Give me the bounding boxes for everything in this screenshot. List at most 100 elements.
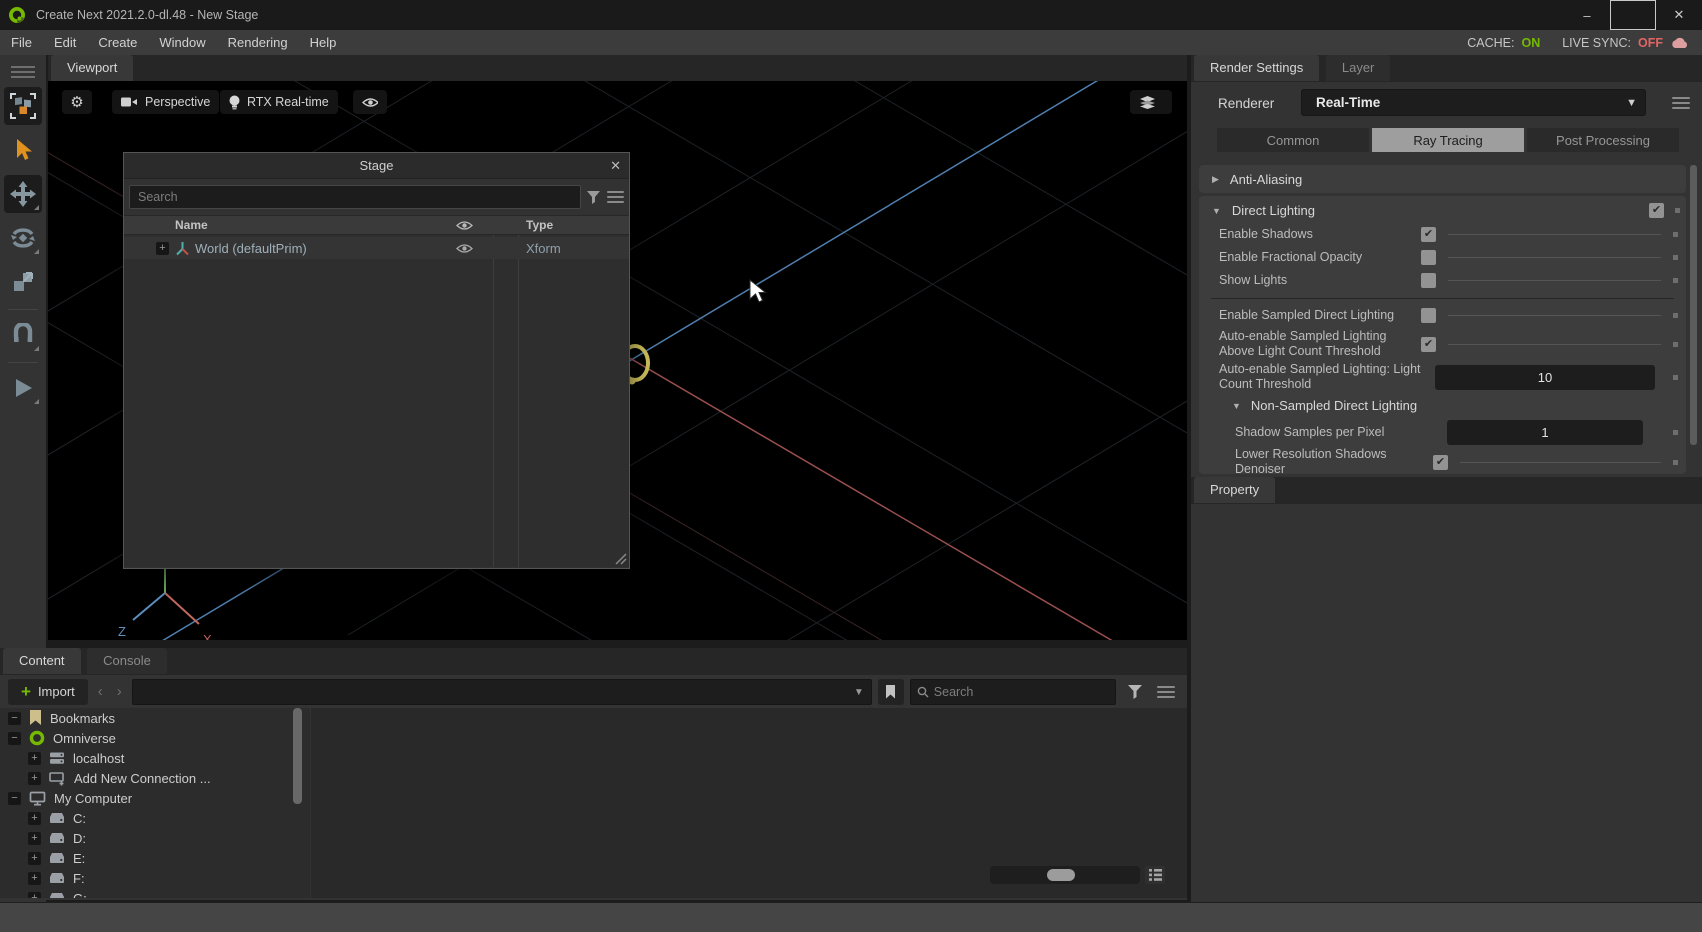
stage-title-bar[interactable]: Stage ✕ [124,153,629,179]
content-options-icon[interactable] [1157,683,1175,701]
renderer-selector-button[interactable]: RTX Real-time [220,90,338,114]
drive-icon [49,832,65,844]
visibility-button[interactable] [353,90,387,114]
stage-options-icon[interactable] [607,188,624,206]
tree-item-bookmarks[interactable]: − Bookmarks [0,708,310,728]
tree-item-add-connection[interactable]: + Add New Connection ... [0,768,310,788]
move-tool-button[interactable] [4,175,42,213]
tab-render-settings[interactable]: Render Settings [1194,55,1319,81]
move-icon [10,181,36,207]
menu-edit[interactable]: Edit [43,30,87,55]
tree-item-drive-d[interactable]: + D: [0,828,310,848]
tab-viewport[interactable]: Viewport [51,55,133,81]
tree-item-drive-f[interactable]: + F: [0,868,310,888]
tree-item-my-computer[interactable]: − My Computer [0,788,310,808]
collapse-icon[interactable]: − [8,712,21,725]
expand-icon[interactable]: + [28,752,41,765]
stage-close-button[interactable]: ✕ [610,153,621,179]
setting-label: Auto-enable Sampled Lighting Above Light… [1219,329,1421,359]
path-input[interactable]: ▼ [132,679,872,705]
chevron-down-icon[interactable]: ▼ [854,687,864,698]
filter-icon[interactable] [587,191,601,204]
tab-console[interactable]: Console [87,648,167,674]
renderer-options-icon[interactable] [1672,94,1690,112]
tree-item-drive-g[interactable]: + G: [0,888,310,898]
tree-item-localhost[interactable]: + localhost [0,748,310,768]
expanded-arrow-icon[interactable]: ▼ [1212,206,1221,216]
expand-icon[interactable]: + [28,812,41,825]
menu-file[interactable]: File [0,30,43,55]
prim-name[interactable]: World (defaultPrim) [195,241,307,256]
resize-grip[interactable] [615,553,627,565]
collapsed-arrow-icon[interactable]: ▶ [1212,174,1219,185]
render-settings-scrollbar[interactable] [1690,165,1697,445]
stage-row-world[interactable]: + World (defaultPrim) Xform [124,237,629,259]
section-anti-aliasing[interactable]: ▶ Anti-Aliasing [1199,165,1686,193]
expand-icon[interactable]: + [28,832,41,845]
maximize-button[interactable] [1610,0,1656,30]
root-layer-button[interactable] [1130,90,1172,114]
subtab-post-processing[interactable]: Post Processing [1527,128,1679,152]
selection-mode-button[interactable] [4,87,42,125]
show-lights-checkbox[interactable] [1421,273,1436,288]
column-name[interactable]: Name [175,218,208,232]
setting-label: Enable Fractional Opacity [1219,250,1421,265]
auto-enable-sampled-lighting-checkbox[interactable] [1421,337,1436,352]
snap-tool-button[interactable] [4,316,42,354]
expand-icon[interactable]: + [28,892,41,899]
thumbnail-size-slider[interactable] [990,866,1140,884]
play-button[interactable] [4,369,42,407]
tree-item-drive-e[interactable]: + E: [0,848,310,868]
minimize-button[interactable]: – [1564,0,1610,30]
slider-knob[interactable] [1047,869,1075,881]
expand-icon[interactable]: + [28,872,41,885]
lower-res-shadows-denoiser-checkbox[interactable] [1433,455,1448,470]
stage-search-input[interactable] [129,185,581,209]
select-tool-button[interactable] [4,131,42,169]
back-button[interactable]: ‹ [94,683,107,700]
grid-view-button[interactable] [1145,866,1165,884]
tab-content[interactable]: Content [3,648,81,674]
subtab-ray-tracing[interactable]: Ray Tracing [1372,128,1524,152]
column-type[interactable]: Type [526,218,553,232]
import-button[interactable]: + Import [8,679,88,705]
scale-tool-button[interactable] [4,263,42,301]
expand-icon[interactable]: + [28,852,41,865]
tree-item-drive-c[interactable]: + C: [0,808,310,828]
menu-window[interactable]: Window [148,30,216,55]
content-search-input[interactable] [934,685,1094,699]
menu-rendering[interactable]: Rendering [217,30,299,55]
import-label: Import [38,684,75,699]
visibility-column-icon[interactable] [456,220,473,231]
stage-title: Stage [360,158,394,173]
collapse-icon[interactable]: − [8,732,21,745]
toolbar-drag-handle[interactable] [11,63,35,81]
subtab-common[interactable]: Common [1217,128,1369,152]
filter-icon[interactable] [1128,685,1143,699]
enable-fractional-opacity-checkbox[interactable] [1421,250,1436,265]
enable-sampled-direct-lighting-checkbox[interactable] [1421,308,1436,323]
forward-button[interactable]: › [113,683,126,700]
collapse-icon[interactable]: − [8,792,21,805]
menu-create[interactable]: Create [87,30,148,55]
subsection-non-sampled[interactable]: ▼ Non-Sampled Direct Lighting [1199,393,1686,417]
file-grid-pane[interactable] [311,708,1187,898]
light-count-threshold-field[interactable]: 10 [1435,365,1655,390]
expand-icon[interactable]: + [28,772,41,785]
menu-help[interactable]: Help [299,30,348,55]
tab-property[interactable]: Property [1194,477,1275,503]
enable-shadows-checkbox[interactable] [1421,227,1436,242]
viewport-settings-button[interactable]: ⚙ [62,90,92,114]
tree-item-omniverse[interactable]: − Omniverse [0,728,310,748]
camera-selector-button[interactable]: Perspective [112,90,219,114]
shadow-samples-field[interactable]: 1 [1447,420,1643,445]
close-button[interactable]: ✕ [1656,0,1702,30]
rotate-tool-button[interactable] [4,219,42,257]
direct-lighting-checkbox[interactable] [1649,203,1664,218]
renderer-dropdown[interactable]: Real-Time ▼ [1301,89,1646,116]
row-visibility-icon[interactable] [456,243,473,254]
tab-layer[interactable]: Layer [1326,55,1391,81]
bookmark-button[interactable] [878,679,904,705]
expand-icon[interactable]: + [156,242,169,255]
tree-scrollbar[interactable] [293,708,302,804]
